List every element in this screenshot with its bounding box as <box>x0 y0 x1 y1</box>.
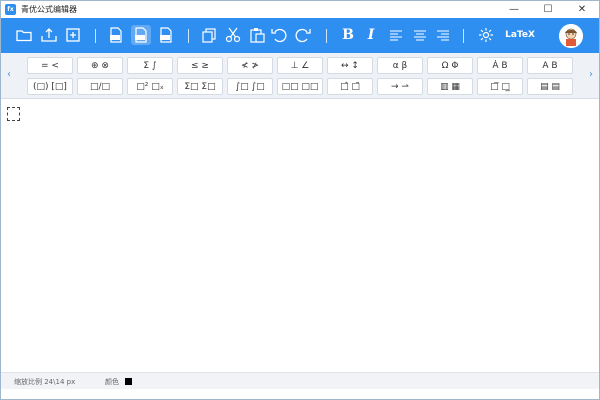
align-left-icon[interactable] <box>386 25 406 45</box>
palette-labeled-arrows-button[interactable]: → ⇀ <box>377 78 423 95</box>
undo-icon[interactable] <box>269 25 289 45</box>
copy-icon[interactable] <box>199 25 219 45</box>
palette-sum-integral-button[interactable]: Σ ∫ <box>127 57 173 74</box>
palette-arrows-button[interactable]: ↔ ↕ <box>327 57 373 74</box>
palette-prev-icon[interactable]: ‹ <box>5 69 13 81</box>
minimize-button[interactable]: — <box>497 1 531 18</box>
palette-greek-upper-button[interactable]: Ω Φ <box>427 57 473 74</box>
palette-script-button[interactable]: □² □ₓ <box>127 78 173 95</box>
title-bar: fx 青优公式编辑器 — ☐ ✕ <box>1 1 599 18</box>
window-bottom-strip <box>1 389 599 399</box>
palette-integral-template-button[interactable]: ∫□ ∫□ <box>227 78 273 95</box>
palette-negated-button[interactable]: ≮ ≯ <box>227 57 273 74</box>
save-tex-icon[interactable] <box>156 25 176 45</box>
palette-over-under-button[interactable]: □̂ □̃ <box>327 78 373 95</box>
window-controls: — ☐ ✕ <box>497 1 599 18</box>
color-label: 颜色 <box>105 378 119 386</box>
palette-summation-template-button[interactable]: Σ□ Σ□ <box>177 78 223 95</box>
italic-button[interactable]: I <box>362 26 380 44</box>
palette-relations-button[interactable]: = < <box>27 57 73 74</box>
save-svg-icon[interactable] <box>131 25 151 45</box>
settings-gear-icon[interactable] <box>476 25 496 45</box>
toolbar-divider <box>95 29 96 43</box>
palette-geometry-button[interactable]: ⊥ ∠ <box>277 57 323 74</box>
toolbar-divider <box>463 29 464 43</box>
folder-open-icon[interactable] <box>14 25 34 45</box>
palette-stack-button[interactable]: ▤ ▤ <box>527 78 573 95</box>
maximize-button[interactable]: ☐ <box>531 1 565 18</box>
palette-boxes-button[interactable]: □□ □□ <box>277 78 323 95</box>
save-png-icon[interactable] <box>106 25 126 45</box>
formula-placeholder[interactable] <box>7 107 20 121</box>
palette-brackets-button[interactable]: (□) [□] <box>27 78 73 95</box>
toolbar-divider <box>188 29 189 43</box>
align-right-icon[interactable] <box>433 25 453 45</box>
palette-fraction-button[interactable]: □/□ <box>77 78 123 95</box>
color-swatch[interactable] <box>125 378 132 385</box>
palette-bar-button[interactable]: □̅ □̲ <box>477 78 523 95</box>
main-toolbar: B I LaTeX <box>1 18 599 53</box>
palette-greek-lower-button[interactable]: α β <box>377 57 423 74</box>
bold-button[interactable]: B <box>339 26 357 44</box>
palette-next-icon[interactable]: › <box>587 69 595 81</box>
status-bar: 缩放比例 24\14 px 颜色 <box>1 372 599 389</box>
export-icon[interactable] <box>39 25 59 45</box>
symbol-palette: ‹ › = < ⊕ ⊗ Σ ∫ ≤ ≥ ≮ ≯ ⊥ ∠ ↔ ↕ α β Ω Φ … <box>1 53 599 99</box>
app-logo-icon: fx <box>5 4 16 15</box>
redo-icon[interactable] <box>293 25 313 45</box>
align-center-icon[interactable] <box>410 25 430 45</box>
toolbar-divider <box>326 29 327 43</box>
latex-button[interactable]: LaTeX <box>503 26 537 44</box>
palette-inequality-button[interactable]: ≤ ≥ <box>177 57 223 74</box>
formula-editor-canvas[interactable] <box>1 100 599 372</box>
new-document-icon[interactable] <box>63 25 83 45</box>
paste-icon[interactable] <box>247 25 267 45</box>
close-button[interactable]: ✕ <box>565 1 599 18</box>
app-window: fx 青优公式编辑器 — ☐ ✕ B I LaTeX ‹ › = < ⊕ ⊗ Σ… <box>0 0 600 400</box>
palette-operators-button[interactable]: ⊕ ⊗ <box>77 57 123 74</box>
palette-accents-button[interactable]: Ȧ B <box>477 57 523 74</box>
palette-matrix-button[interactable]: ▥ ▦ <box>427 78 473 95</box>
zoom-status: 缩放比例 24\14 px <box>14 378 76 386</box>
cut-icon[interactable] <box>223 25 243 45</box>
window-title: 青优公式编辑器 <box>21 5 77 14</box>
user-avatar[interactable] <box>559 24 583 48</box>
palette-fonts-button[interactable]: A B <box>527 57 573 74</box>
